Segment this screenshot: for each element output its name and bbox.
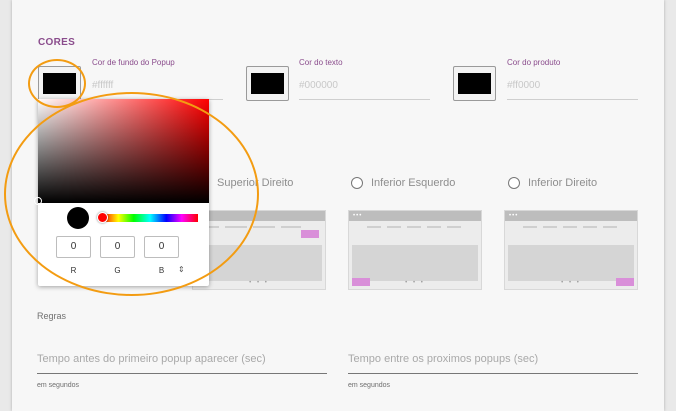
blue-input[interactable]: 0 [144,236,179,258]
section-title-colors: CORES [38,37,76,48]
position-preview-bottom-right[interactable]: ••• • • • [504,210,638,290]
text-color-underline [299,99,430,100]
red-label: R [70,266,77,275]
window-dots: ••• [353,213,363,219]
text-color-swatch[interactable] [246,66,289,101]
product-color-label: Cor do produto [507,58,561,67]
browser-bar [193,211,325,221]
nav-line [427,226,441,228]
product-color-underline [507,99,638,100]
nav-line [387,226,401,228]
position-label: Superior Direito [217,177,294,189]
background-color-input[interactable]: #ffffff [92,80,113,91]
between-popups-delay-input[interactable]: Tempo entre os proximos popups (sec) [348,353,538,365]
saturation-area[interactable] [38,99,209,203]
saturation-handle[interactable] [34,197,42,205]
window-dots: ••• [509,213,519,219]
nav-line [447,226,461,228]
pager-dots: • • • [249,280,269,286]
between-popups-delay-hint: em segundos [348,382,391,389]
popup-indicator [301,230,319,238]
swatch-color [458,73,491,94]
position-label: Inferior Direito [528,177,598,189]
nav-line [563,226,577,228]
first-popup-delay-input[interactable]: Tempo antes do primeiro popup aparecer (… [37,353,266,365]
nav-line [407,226,421,228]
background-color-label: Cor de fundo do Popup [92,58,175,67]
rules-heading: Regras [37,311,67,321]
nav-line [367,226,381,228]
browser-bar: ••• [349,211,481,221]
page-content [508,245,634,281]
position-option-bottom-left[interactable]: Inferior Esquerdo [351,177,455,189]
swatch-color [251,73,284,94]
position-preview-bottom-left[interactable]: ••• • • • [348,210,482,290]
format-toggle-icon[interactable]: ⇕ [178,265,185,274]
swatch-color [43,73,76,94]
first-popup-delay-hint: em segundos [37,382,80,389]
nav-line [281,226,301,228]
position-option-top-right[interactable]: Superior Direito [217,177,293,189]
between-popups-delay-underline [348,373,638,374]
first-popup-delay-underline [37,373,327,374]
nav-line [523,226,537,228]
nav-line [225,226,247,228]
pager-dots: • • • [561,280,581,286]
color-preview [67,207,89,229]
position-label: Inferior Esquerdo [371,177,456,189]
green-label: G [114,266,121,275]
radio-icon[interactable] [508,177,520,189]
text-color-label: Cor do texto [299,58,343,67]
position-option-bottom-right[interactable]: Inferior Direito [508,177,597,189]
page-content [196,245,322,281]
nav-line [603,226,617,228]
background-color-swatch[interactable] [38,66,81,101]
nav-line [583,226,597,228]
hue-slider[interactable] [102,214,198,222]
radio-icon[interactable] [351,177,363,189]
product-color-swatch[interactable] [453,66,496,101]
green-input[interactable]: 0 [100,236,135,258]
page-content [352,245,478,281]
red-input[interactable]: 0 [56,236,91,258]
pager-dots: • • • [405,280,425,286]
text-color-input[interactable]: #000000 [299,80,338,91]
nav-line [543,226,557,228]
color-picker-popover: 0 0 0 R G B ⇕ [34,99,209,286]
nav-line [253,226,275,228]
blue-label: B [158,266,165,275]
position-preview-top-right[interactable]: • • • [192,210,326,290]
product-color-input[interactable]: #ff0000 [507,80,540,91]
hue-handle[interactable] [97,212,108,223]
browser-bar: ••• [505,211,637,221]
